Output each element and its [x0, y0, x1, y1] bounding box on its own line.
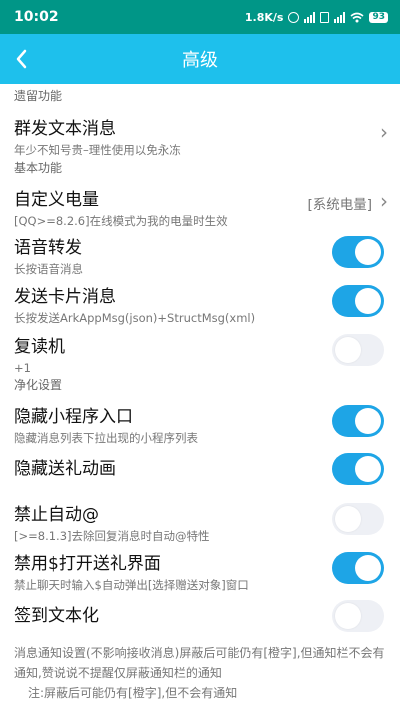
network-speed: 1.8K/s — [244, 10, 284, 24]
disable-gift-ui-toggle[interactable] — [332, 552, 384, 584]
group-send-desc: 年少不知号贵–理性使用以免永冻 — [14, 143, 181, 157]
checkin-text-label: 签到文本化 — [14, 606, 99, 626]
disable-gift-ui-row: 禁用$打开送礼界面 禁止聊天时输入$自动弹出[选择赠送对象]窗口 — [0, 551, 400, 595]
voice-forward-toggle[interactable] — [332, 236, 384, 268]
page-title: 高级 — [182, 50, 218, 71]
custom-battery-row[interactable]: 自定义电量 [QQ>=8.2.6]在线模式为我的电量时生效 [系统电量] › — [0, 187, 400, 231]
app-header: 高级 — [0, 34, 400, 84]
checkin-text-row: 签到文本化 — [0, 600, 400, 633]
disable-gift-ui-label: 禁用$打开送礼界面 — [14, 554, 161, 574]
hide-gift-anim-label: 隐藏送礼动画 — [14, 459, 116, 479]
voice-forward-desc: 长按语音消息 — [14, 262, 83, 276]
voice-forward-label: 语音转发 — [14, 238, 82, 258]
hide-gift-anim-row: 隐藏送礼动画 — [0, 453, 400, 490]
chevron-right-icon: › — [380, 120, 388, 144]
repeater-row: 复读机 +1 — [0, 334, 400, 378]
section-clean: 净化设置 — [14, 378, 63, 392]
disable-auto-at-desc: [>=8.1.3]去除回复消息时自动@特性 — [14, 529, 210, 543]
notification-sub-note: 注:屏蔽后可能仍有[橙字],但不会有通知 — [28, 686, 238, 700]
disable-auto-at-label: 禁止自动@ — [14, 505, 99, 525]
repeater-label: 复读机 — [14, 337, 65, 357]
disable-auto-at-toggle[interactable] — [332, 503, 384, 535]
toggle-knob — [355, 239, 381, 265]
signal-2-icon — [334, 11, 346, 23]
checkin-text-toggle[interactable] — [332, 600, 384, 632]
section-legacy: 遗留功能 — [14, 89, 63, 103]
alarm-icon — [288, 11, 300, 23]
status-icons: 1.8K/s 93 — [245, 11, 388, 24]
disable-gift-ui-desc: 禁止聊天时输入$自动弹出[选择赠送对象]窗口 — [14, 578, 249, 592]
back-arrow-icon[interactable] — [10, 46, 36, 72]
custom-battery-value: [系统电量] — [307, 197, 372, 213]
toggle-knob — [335, 337, 361, 363]
toggle-knob — [335, 603, 361, 629]
wifi-icon — [350, 12, 364, 22]
status-time: 10:02 — [14, 9, 59, 25]
hide-miniprogram-row: 隐藏小程序入口 隐藏消息列表下拉出现的小程序列表 — [0, 404, 400, 448]
status-bar: 10:02 1.8K/s 93 — [0, 0, 400, 34]
send-card-toggle[interactable] — [332, 285, 384, 317]
toggle-knob — [355, 456, 381, 482]
send-card-desc: 长按发送ArkAppMsg(json)+StructMsg(xml) — [14, 311, 256, 325]
battery-icon: 93 — [369, 11, 388, 23]
send-card-row: 发送卡片消息 长按发送ArkAppMsg(json)+StructMsg(xml… — [0, 284, 400, 328]
hide-gift-anim-toggle[interactable] — [332, 453, 384, 485]
signal-icon — [304, 11, 316, 23]
disable-auto-at-row: 禁止自动@ [>=8.1.3]去除回复消息时自动@特性 — [0, 502, 400, 546]
toggle-knob — [355, 288, 381, 314]
custom-battery-desc: [QQ>=8.2.6]在线模式为我的电量时生效 — [14, 214, 228, 228]
send-card-label: 发送卡片消息 — [14, 287, 116, 307]
repeater-toggle[interactable] — [332, 334, 384, 366]
toggle-knob — [355, 555, 381, 581]
toggle-knob — [335, 506, 361, 532]
section-basic: 基本功能 — [14, 161, 63, 175]
group-send-row[interactable]: 群发文本消息 年少不知号贵–理性使用以免永冻 › — [0, 116, 400, 158]
group-send-label: 群发文本消息 — [14, 119, 116, 139]
toggle-knob — [355, 408, 381, 434]
hide-miniprogram-toggle[interactable] — [332, 405, 384, 437]
hide-miniprogram-label: 隐藏小程序入口 — [14, 407, 133, 427]
sim-icon — [320, 11, 330, 23]
hide-miniprogram-desc: 隐藏消息列表下拉出现的小程序列表 — [14, 431, 198, 445]
notification-note: 消息通知设置(不影响接收消息)屏蔽后可能仍有[橙字],但通知栏不会有通知,赞说说… — [14, 646, 385, 680]
chevron-right-icon: › — [380, 189, 388, 213]
voice-forward-row: 语音转发 长按语音消息 — [0, 235, 400, 279]
